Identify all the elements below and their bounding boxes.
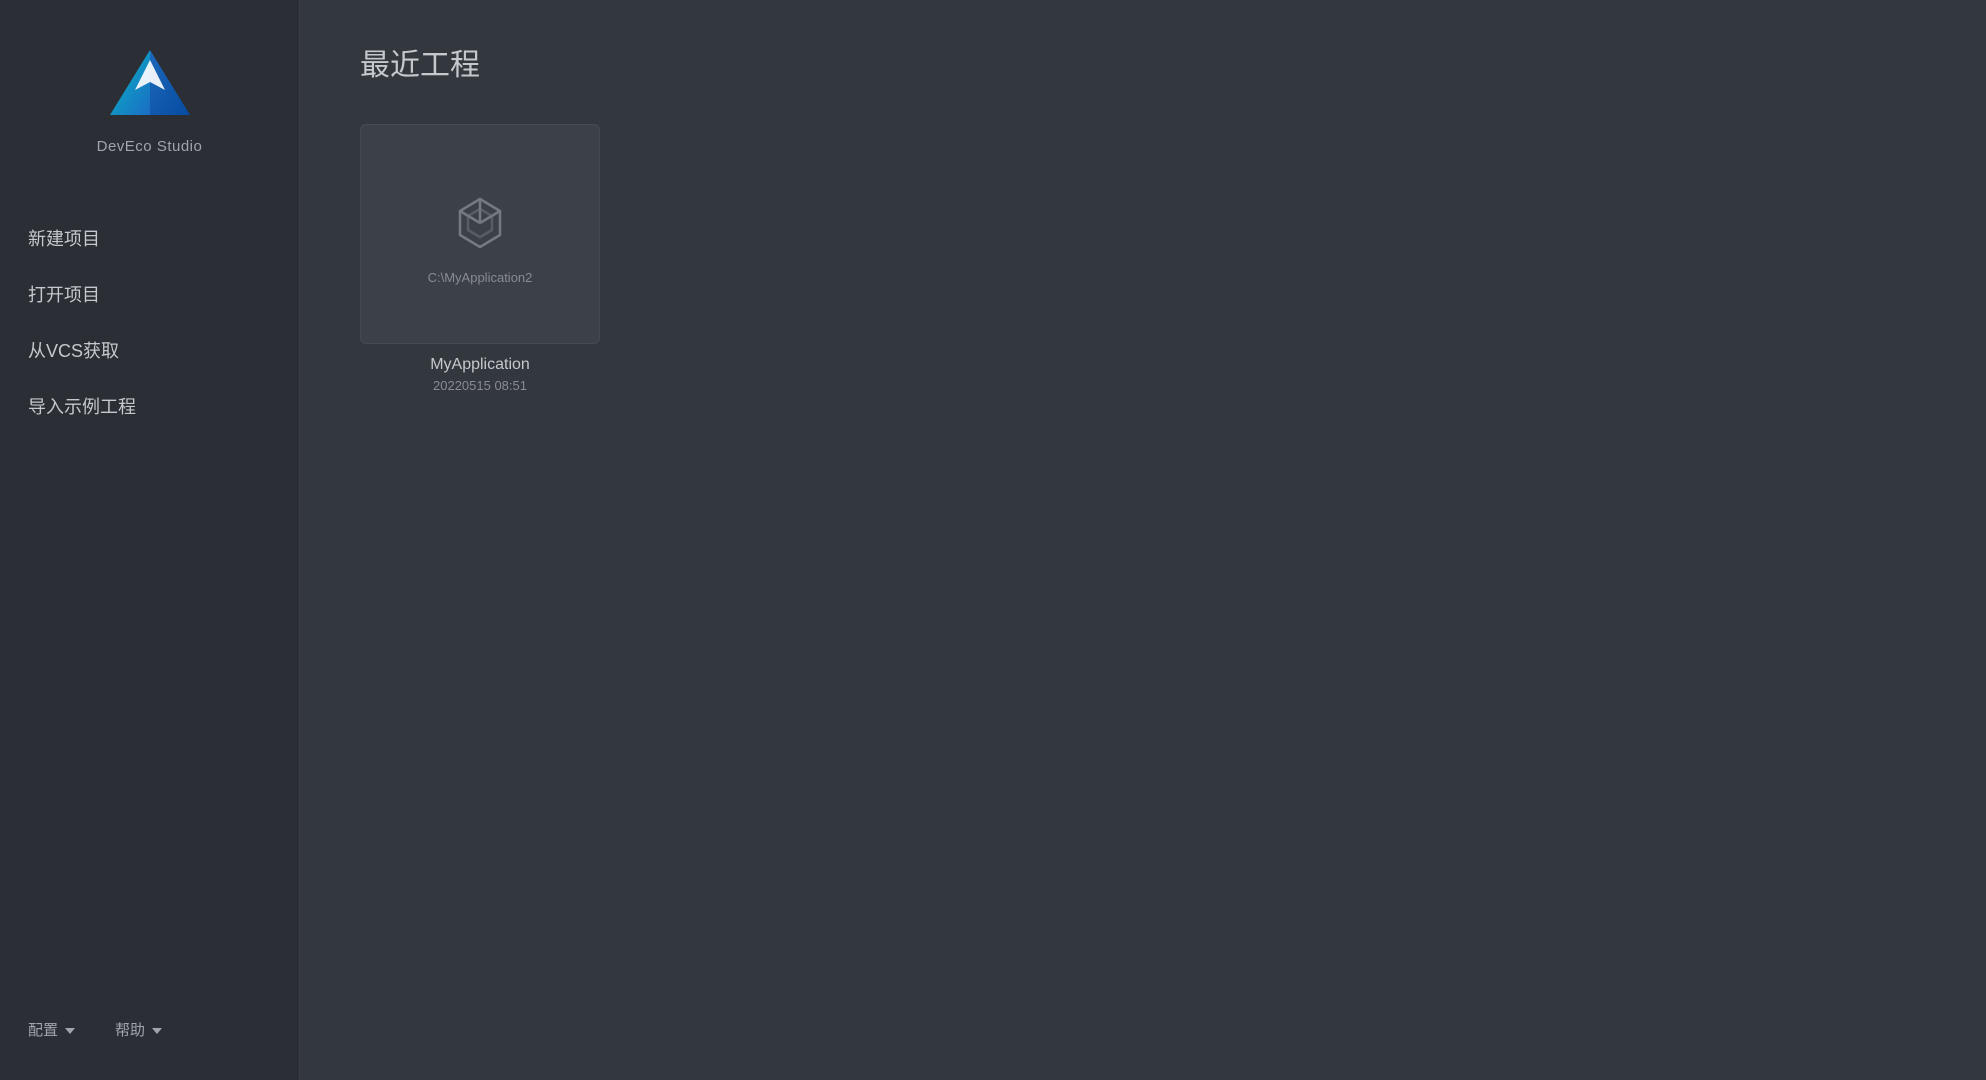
logo-area: DevEco Studio — [0, 30, 299, 155]
sidebar-footer: 配置 帮助 — [0, 1019, 162, 1050]
config-chevron-icon — [65, 1028, 75, 1034]
project-card[interactable]: C:\MyApplication2 — [360, 124, 600, 344]
project-item[interactable]: C:\MyApplication2 MyApplication 20220515… — [360, 124, 600, 393]
logo-label: DevEco Studio — [97, 138, 203, 155]
nav-open-project[interactable]: 打开项目 — [28, 271, 299, 317]
main-content: 最近工程 C: — [300, 0, 1986, 1080]
nav-import-sample[interactable]: 导入示例工程 — [28, 383, 299, 429]
deveco-logo-icon — [100, 40, 200, 130]
project-date: 20220515 08:51 — [430, 378, 530, 393]
nav-new-project[interactable]: 新建项目 — [28, 215, 299, 261]
config-button[interactable]: 配置 — [28, 1019, 75, 1040]
nav-get-vcs[interactable]: 从VCS获取 — [28, 327, 299, 373]
project-meta: MyApplication 20220515 08:51 — [430, 356, 530, 393]
help-button[interactable]: 帮助 — [115, 1019, 162, 1040]
projects-grid: C:\MyApplication2 MyApplication 20220515… — [360, 124, 1926, 393]
project-name: MyApplication — [430, 356, 530, 374]
help-label: 帮助 — [115, 1019, 145, 1040]
page-title: 最近工程 — [360, 40, 1926, 84]
config-label: 配置 — [28, 1019, 58, 1040]
nav-menu: 新建项目 打开项目 从VCS获取 导入示例工程 — [0, 215, 299, 1019]
project-icon — [445, 184, 515, 254]
help-chevron-icon — [152, 1028, 162, 1034]
project-path: C:\MyApplication2 — [418, 270, 543, 285]
sidebar: DevEco Studio 新建项目 打开项目 从VCS获取 导入示例工程 配置… — [0, 0, 300, 1080]
